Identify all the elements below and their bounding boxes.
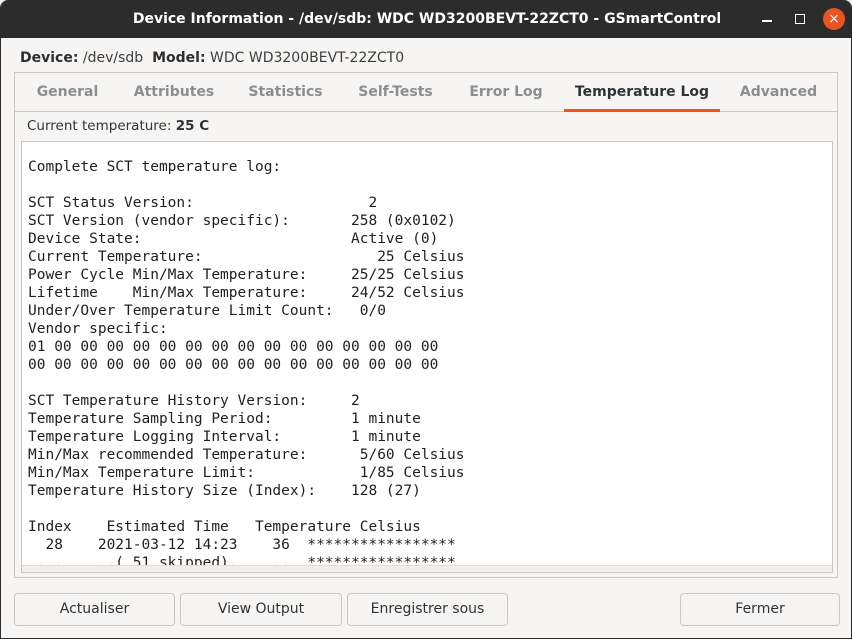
tab-bar: General Attributes Statistics Self-Tests… bbox=[15, 73, 837, 112]
info-notebook: General Attributes Statistics Self-Tests… bbox=[14, 72, 838, 578]
tab-general-label: General bbox=[36, 84, 99, 100]
log-line: Lifetime Min/Max Temperature: 24/52 Cels… bbox=[28, 285, 465, 301]
minimize-button[interactable] bbox=[756, 8, 778, 30]
current-temperature: Current temperature: 25 C bbox=[27, 118, 209, 134]
horizontal-scrollbar[interactable] bbox=[22, 565, 832, 572]
log-line: Index Estimated Time Temperature Celsius bbox=[28, 519, 421, 535]
tab-error-log-label: Error Log bbox=[469, 84, 543, 100]
log-line: Under/Over Temperature Limit Count: 0/0 bbox=[28, 303, 386, 319]
maximize-icon bbox=[795, 14, 805, 24]
log-line: 28 2021-03-12 14:23 36 ***************** bbox=[28, 537, 456, 553]
minimize-icon bbox=[762, 20, 772, 22]
current-temperature-value: 25 C bbox=[175, 118, 210, 134]
log-line: Device State: Active (0) bbox=[28, 231, 439, 247]
close-button[interactable]: Fermer bbox=[680, 593, 840, 626]
log-line: SCT Status Version: 2 bbox=[28, 195, 378, 211]
tab-temperature-log[interactable]: Temperature Log bbox=[564, 73, 720, 112]
tab-general[interactable]: General bbox=[15, 73, 120, 111]
temperature-log-text[interactable]: Complete SCT temperature log: SCT Status… bbox=[21, 141, 833, 573]
log-line: Min/Max Temperature Limit: 1/85 Celsius bbox=[28, 465, 465, 481]
log-line: Vendor specific: bbox=[28, 321, 168, 337]
temperature-log-content: Complete SCT temperature log: SCT Status… bbox=[28, 158, 465, 572]
title-bar[interactable]: Device Information - /dev/sdb: WDC WD320… bbox=[1, 0, 851, 38]
log-line: Current Temperature: 25 Celsius bbox=[28, 249, 465, 265]
log-line: Temperature Logging Interval: 1 minute bbox=[28, 429, 421, 445]
log-line: SCT Version (vendor specific): 258 (0x01… bbox=[28, 213, 456, 229]
log-line: Min/Max recommended Temperature: 5/60 Ce… bbox=[28, 447, 465, 463]
maximize-button[interactable] bbox=[789, 8, 811, 30]
device-information-window: Device Information - /dev/sdb: WDC WD320… bbox=[0, 0, 852, 639]
close-icon: × bbox=[828, 11, 840, 27]
view-output-button[interactable]: View Output bbox=[180, 593, 342, 626]
tab-temperature-log-label: Temperature Log bbox=[574, 84, 710, 100]
model-value: WDC WD3200BEVT-22ZCT0 bbox=[210, 50, 405, 66]
refresh-button[interactable]: Actualiser bbox=[14, 593, 175, 626]
log-line: SCT Temperature History Version: 2 bbox=[28, 393, 360, 409]
log-line: 01 00 00 00 00 00 00 00 00 00 00 00 00 0… bbox=[28, 339, 439, 355]
tab-advanced[interactable]: Advanced bbox=[720, 73, 837, 111]
tab-statistics-label: Statistics bbox=[248, 84, 323, 100]
log-line: Power Cycle Min/Max Temperature: 25/25 C… bbox=[28, 267, 465, 283]
tab-self-tests[interactable]: Self-Tests bbox=[343, 73, 448, 111]
tab-statistics[interactable]: Statistics bbox=[228, 73, 343, 111]
model-label: Model: bbox=[152, 50, 206, 66]
tab-self-tests-label: Self-Tests bbox=[358, 84, 433, 100]
close-window-button[interactable]: × bbox=[823, 8, 845, 30]
device-value: /dev/sdb bbox=[82, 50, 144, 66]
log-line: Temperature History Size (Index): 128 (2… bbox=[28, 483, 421, 499]
log-line: Complete SCT temperature log: bbox=[28, 159, 282, 175]
save-as-button[interactable]: Enregistrer sous bbox=[347, 593, 508, 626]
log-line: 00 00 00 00 00 00 00 00 00 00 00 00 00 0… bbox=[28, 357, 439, 373]
tab-attributes-label: Attributes bbox=[133, 84, 215, 100]
tab-attributes[interactable]: Attributes bbox=[120, 73, 228, 111]
current-temperature-label: Current temperature: bbox=[27, 118, 172, 134]
tab-advanced-label: Advanced bbox=[739, 84, 818, 100]
device-info-line: Device: /dev/sdb Model: WDC WD3200BEVT-2… bbox=[20, 50, 404, 66]
window-title: Device Information - /dev/sdb: WDC WD320… bbox=[132, 11, 722, 27]
temperature-log-page: Current temperature: 25 C Complete SCT t… bbox=[15, 112, 837, 577]
log-line: Temperature Sampling Period: 1 minute bbox=[28, 411, 421, 427]
tab-error-log[interactable]: Error Log bbox=[448, 73, 564, 111]
device-label: Device: bbox=[20, 50, 79, 66]
